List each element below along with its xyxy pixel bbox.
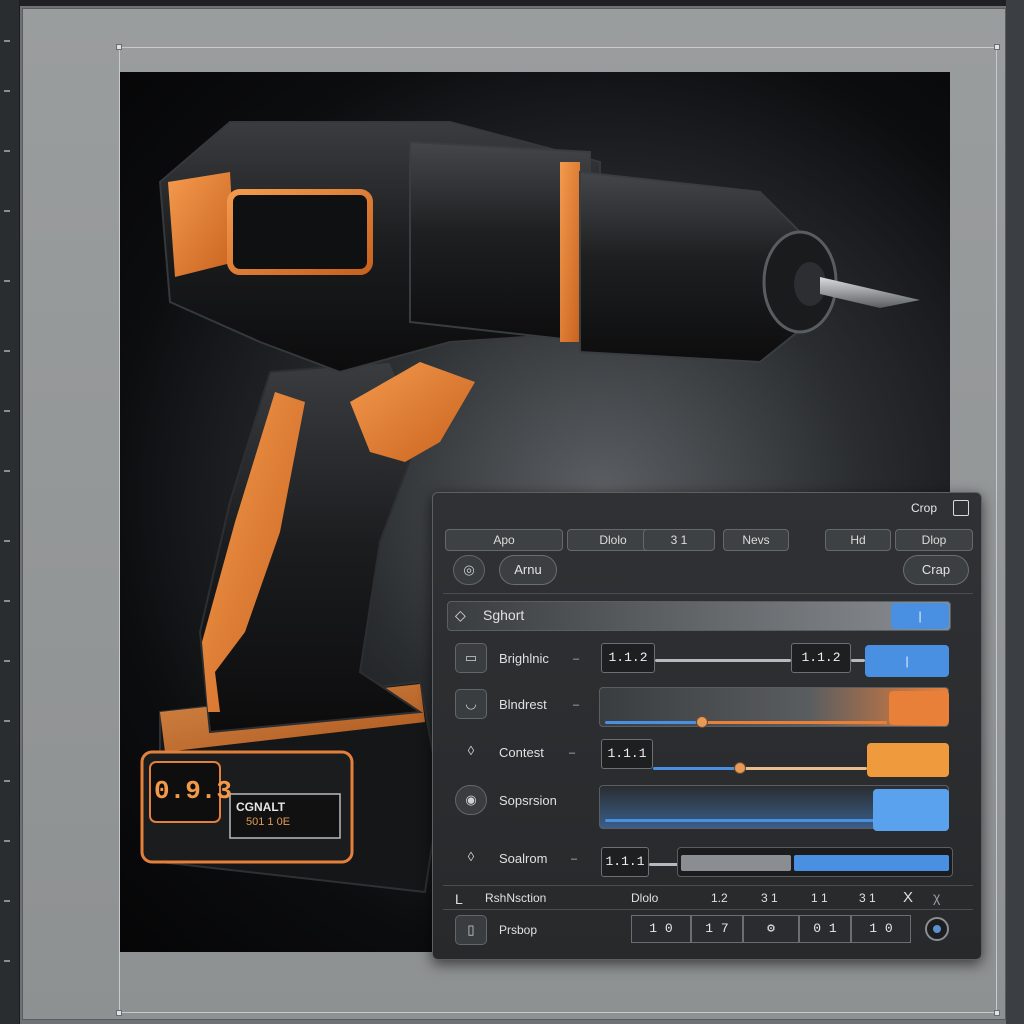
brightness-cap[interactable]: | — [865, 645, 949, 677]
ruler-tick — [4, 720, 10, 722]
label-dash: – — [571, 853, 578, 865]
record-toggle-icon[interactable] — [925, 917, 949, 941]
crop-panel: Crop Apo Dlolo 3 1 Nevs Hd Dlop ◎ Arnu C… — [432, 492, 982, 960]
ruler-tick — [4, 600, 10, 602]
tab-31[interactable]: 3 1 — [643, 529, 715, 551]
crop-handle[interactable] — [116, 44, 122, 50]
footer-header-item[interactable]: 3 1 — [761, 891, 778, 905]
ruler-tick — [4, 840, 10, 842]
ruler-tick — [4, 350, 10, 352]
contrast-fill-light — [743, 767, 867, 770]
top-toolbar-strip — [0, 0, 1024, 6]
ruler-tick — [4, 280, 10, 282]
footer-header-item[interactable]: 1.2 — [711, 891, 728, 905]
chi-icon[interactable]: χ — [933, 889, 940, 905]
contrast-cap[interactable] — [867, 743, 949, 777]
tab-nevs[interactable]: Nevs — [723, 529, 789, 551]
blindrest-label: Blndrest — [499, 697, 547, 712]
blindrest-knob[interactable] — [696, 716, 708, 728]
crop-handle[interactable] — [994, 44, 1000, 50]
footer-button-1[interactable]: 1 0 — [631, 915, 691, 943]
ruler-tick — [4, 660, 10, 662]
brightness-value-left[interactable]: 1.1.2 — [601, 643, 655, 673]
ruler-tick — [4, 410, 10, 412]
reset-icon[interactable]: ◎ — [453, 555, 485, 585]
saturation-fill — [605, 819, 875, 822]
battery-number: 0.9.3 — [154, 776, 233, 806]
brightness-icon: ▭ — [455, 643, 487, 673]
footer-header-label: RshNsction — [485, 891, 547, 905]
footer-label: Prsbop — [499, 923, 538, 937]
label-dash: – — [573, 699, 580, 711]
contrast-knob[interactable] — [734, 762, 747, 774]
tab-dlop[interactable]: Dlop — [895, 529, 973, 551]
footer-header-item[interactable]: 1 1 — [811, 891, 828, 905]
ruler-tick — [4, 90, 10, 92]
panel-titlebar: Crop — [433, 493, 981, 523]
blindrest-cap[interactable] — [889, 691, 949, 725]
tab-apo[interactable]: Apo — [445, 529, 563, 551]
brightness-value-right[interactable]: 1.1.2 — [791, 643, 851, 673]
shadows-label: Soalrom — [499, 851, 548, 866]
ruler-tick — [4, 210, 10, 212]
tab-hd[interactable]: Hd — [825, 529, 891, 551]
gear-icon[interactable]: ⚙ — [743, 915, 799, 943]
left-ruler — [0, 0, 20, 1024]
blindrest-fill-blue — [605, 721, 697, 724]
ruler-tick — [4, 150, 10, 152]
panel-close-button[interactable] — [953, 500, 969, 516]
brightness-track-end — [851, 659, 865, 662]
blindrest-fill-orange — [697, 721, 887, 724]
label-dash: – — [573, 653, 580, 665]
saturation-cap[interactable] — [873, 789, 949, 831]
ruler-tick — [4, 960, 10, 962]
label-dash: – — [569, 747, 576, 759]
footer-header-item[interactable]: Dlolo — [631, 891, 658, 905]
ruler-tick — [4, 780, 10, 782]
battery-label-line2: 501 1 0E — [246, 816, 291, 828]
section-toggle[interactable]: | — [891, 603, 949, 629]
divider — [443, 909, 973, 910]
ruler-tick — [4, 540, 10, 542]
footer-button-5[interactable]: 1 0 — [851, 915, 911, 943]
droplet-icon: ◊ — [467, 743, 475, 758]
footer-header-item[interactable]: 3 1 — [859, 891, 876, 905]
crop-handle[interactable] — [994, 1010, 1000, 1016]
right-scrollbar[interactable] — [1006, 0, 1024, 1024]
record-dot — [933, 925, 941, 933]
shadows-track — [649, 863, 679, 866]
panel-title: Crop — [910, 501, 937, 515]
shadows-value[interactable]: 1.1.1 — [601, 847, 649, 877]
footer-button-2[interactable]: 1 7 — [691, 915, 743, 943]
brightness-label: Brighlnic — [499, 651, 549, 666]
section-header-label: Sghort — [483, 607, 525, 623]
section-header-icon: ◇ — [455, 607, 466, 623]
contrast-label: Contest — [499, 745, 544, 760]
brightness-track[interactable] — [655, 659, 791, 662]
divider — [443, 593, 973, 594]
ruler-tick — [4, 40, 10, 42]
shadows-fill-grey — [681, 855, 791, 871]
saturation-label: Sopsrsion — [499, 793, 557, 808]
contrast-fill-blue — [653, 767, 743, 770]
contrast-value[interactable]: 1.1.1 — [601, 739, 653, 769]
droplet-icon: ◊ — [467, 849, 475, 864]
arnu-button[interactable]: Arnu — [499, 555, 557, 585]
ruler-tick — [4, 470, 10, 472]
blindrest-icon: ◡ — [455, 689, 487, 719]
crop-button[interactable]: Crap — [903, 555, 969, 585]
footer-button-4[interactable]: 0 1 — [799, 915, 851, 943]
ruler-tick — [4, 900, 10, 902]
saturation-icon: ◉ — [455, 785, 487, 815]
crop-handle[interactable] — [116, 1010, 122, 1016]
shadows-fill-blue — [793, 855, 949, 871]
footer-letter: L — [455, 891, 463, 907]
divider — [443, 885, 973, 886]
battery-label-line1: CGNALT — [236, 800, 286, 814]
close-x-icon[interactable]: X — [903, 889, 913, 906]
preset-icon[interactable]: ▯ — [455, 915, 487, 945]
